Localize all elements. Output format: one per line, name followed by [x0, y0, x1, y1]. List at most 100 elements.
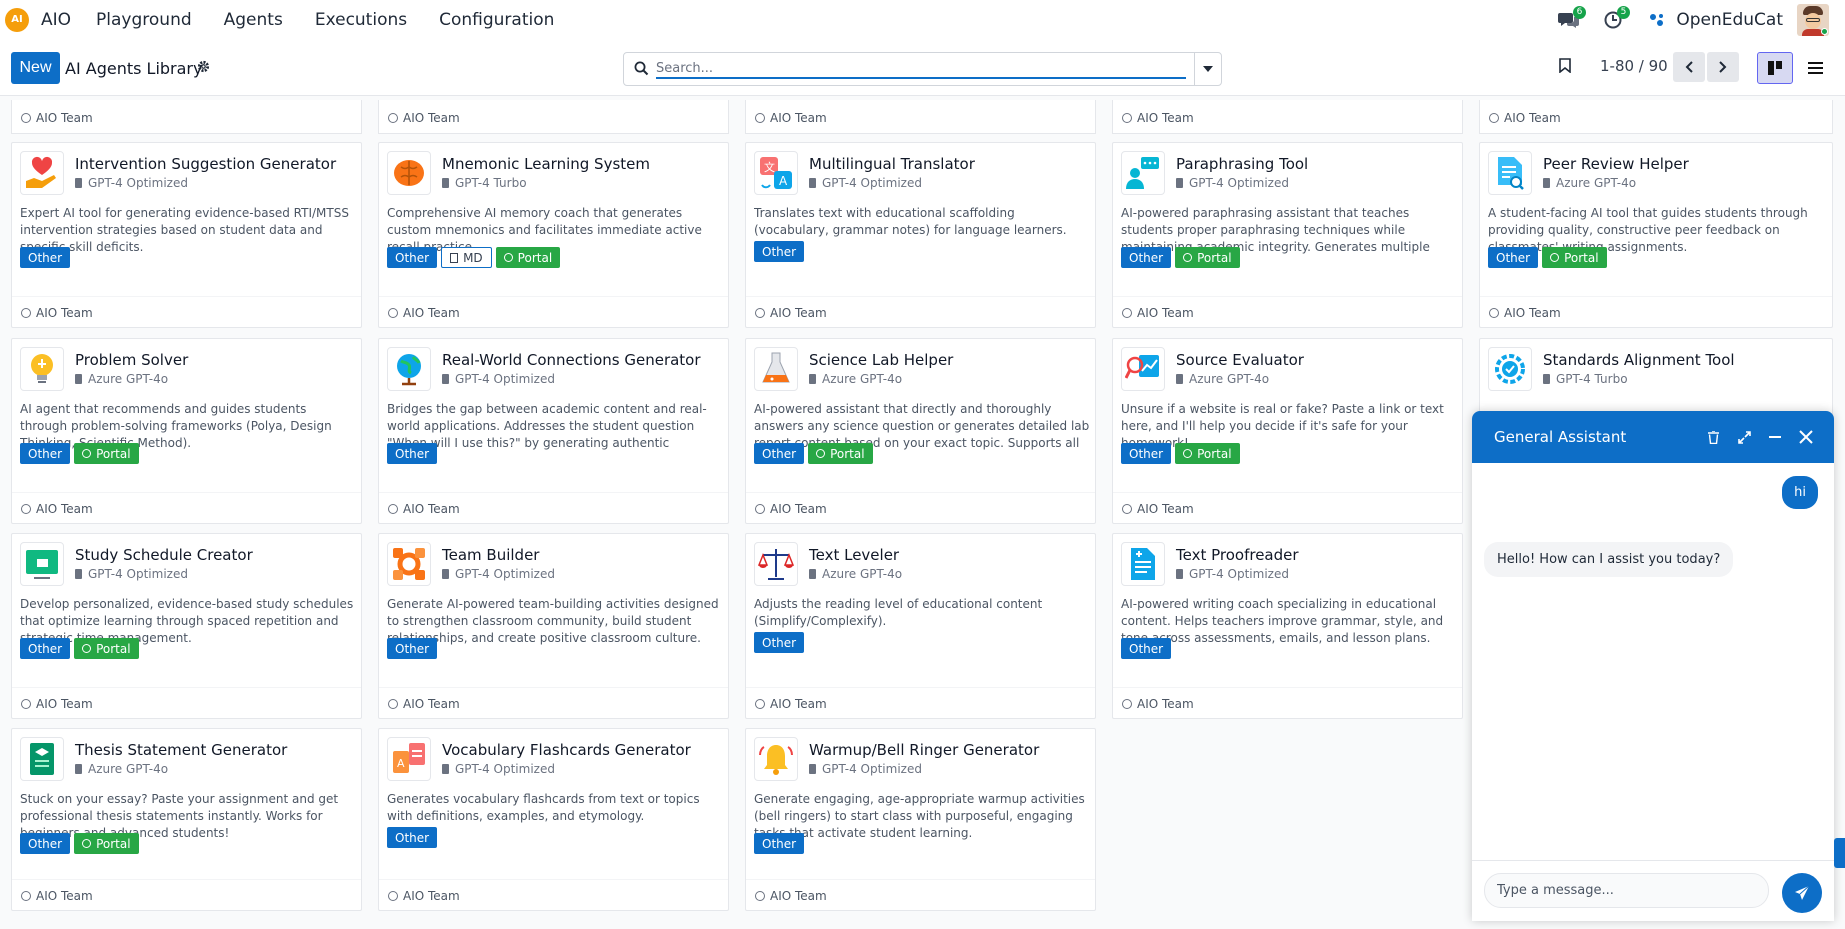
book-cap-icon	[20, 737, 64, 781]
card-stub-footer[interactable]: AIO Team	[1479, 100, 1833, 134]
expand-chat-button[interactable]	[1734, 427, 1754, 447]
globe-icon	[1550, 253, 1560, 262]
clear-chat-button[interactable]	[1703, 427, 1723, 447]
card-stub-footer[interactable]: AIO Team	[378, 100, 729, 134]
menu-agents[interactable]: Agents	[224, 10, 283, 30]
user-icon	[21, 113, 31, 123]
tag-other[interactable]: Other	[754, 443, 805, 464]
card-owner: AIO Team	[1504, 111, 1561, 125]
user-icon	[755, 699, 765, 709]
agent-card-peer-review-helper[interactable]: Peer Review Helper Azure GPT-4o A student-…	[1479, 142, 1833, 328]
card-title: Team Builder	[442, 546, 540, 564]
tag-other[interactable]: Other	[754, 632, 805, 653]
tag-md[interactable]: MD	[441, 247, 492, 268]
user-avatar[interactable]	[1797, 3, 1829, 36]
chat-message-input[interactable]	[1484, 873, 1769, 908]
agent-card-vocabulary-flashcards-generator[interactable]: A Vocabulary Flashcards Generator GPT-4 Op…	[378, 728, 729, 911]
tag-label: Portal	[1564, 250, 1599, 265]
send-button[interactable]	[1782, 873, 1822, 913]
agent-card-team-builder[interactable]: Team Builder GPT-4 Optimized Generate AI-p…	[378, 533, 729, 719]
close-icon	[1799, 430, 1813, 444]
gear-icon[interactable]	[197, 60, 210, 73]
activities-button[interactable]: 5	[1600, 5, 1631, 33]
translate-icon: 文A	[754, 151, 798, 195]
card-title: Intervention Suggestion Generator	[75, 155, 337, 173]
card-footer: AIO Team	[379, 879, 728, 910]
menu-playground[interactable]: Playground	[96, 10, 192, 30]
svg-text:A: A	[397, 757, 405, 770]
minimize-chat-button[interactable]	[1765, 427, 1785, 447]
tag-portal[interactable]: Portal	[74, 443, 139, 464]
company-switch-button[interactable]	[1644, 7, 1670, 33]
app-name[interactable]: AIO	[41, 10, 71, 30]
card-description: Bridges the gap between academic content…	[387, 402, 707, 450]
agent-card-intervention-suggestion-generator[interactable]: Intervention Suggestion Generator GPT-4 O…	[11, 142, 362, 328]
board-icon	[20, 542, 64, 586]
tag-other[interactable]: Other	[20, 638, 71, 659]
card-owner: AIO Team	[770, 502, 827, 516]
tag-portal[interactable]: Portal	[1542, 247, 1607, 268]
tag-other[interactable]: Other	[1121, 443, 1172, 464]
agent-card-problem-solver[interactable]: Problem Solver Azure GPT-4o AI agent that …	[11, 338, 362, 524]
kanban-view-button[interactable]	[1757, 52, 1793, 84]
tag-portal[interactable]: Portal	[74, 638, 139, 659]
agent-card-real-world-connections-generator[interactable]: Real-World Connections Generator GPT-4 Op…	[378, 338, 729, 524]
tag-other[interactable]: Other	[754, 241, 805, 262]
card-stub-footer[interactable]: AIO Team	[1112, 100, 1463, 134]
messages-button[interactable]: 6	[1556, 5, 1587, 33]
card-footer: AIO Team	[1113, 296, 1462, 327]
app-logo[interactable]: AI	[5, 7, 29, 32]
tag-portal[interactable]: Portal	[1175, 443, 1240, 464]
agent-card-text-proofreader[interactable]: Text Proofreader GPT-4 Optimized AI-powere…	[1112, 533, 1463, 719]
top-navbar: AI AIO Playground Agents Executions Conf…	[0, 0, 1845, 39]
tag-other[interactable]: Other	[387, 638, 438, 659]
tag-other[interactable]: Other	[754, 833, 805, 854]
agent-card-warmup-bell-ringer-generator[interactable]: Warmup/Bell Ringer Generator GPT-4 Optimi…	[745, 728, 1096, 911]
search-input[interactable]	[656, 59, 1186, 79]
new-button[interactable]: New	[11, 52, 60, 84]
tag-label: Portal	[1197, 250, 1232, 265]
pager-next-button[interactable]	[1707, 52, 1739, 82]
pager-previous-button[interactable]	[1673, 52, 1705, 82]
tag-portal[interactable]: Portal	[1175, 247, 1240, 268]
tag-portal[interactable]: Portal	[495, 247, 561, 268]
tag-other[interactable]: Other	[387, 247, 438, 268]
agent-card-study-schedule-creator[interactable]: Study Schedule Creator GPT-4 Optimized Dev…	[11, 533, 362, 719]
agent-card-thesis-statement-generator[interactable]: Thesis Statement Generator Azure GPT-4o St…	[11, 728, 362, 911]
card-owner: AIO Team	[1137, 111, 1194, 125]
list-view-button[interactable]	[1797, 52, 1833, 84]
close-chat-button[interactable]	[1796, 427, 1816, 447]
tag-other[interactable]: Other	[20, 833, 71, 854]
agent-card-text-leveler[interactable]: Text Leveler Azure GPT-4o Adjusts the read…	[745, 533, 1096, 719]
card-model: Azure GPT-4o	[75, 372, 168, 386]
card-owner: AIO Team	[770, 111, 827, 125]
tag-other[interactable]: Other	[1488, 247, 1539, 268]
chat-side-toggle[interactable]	[1834, 838, 1845, 868]
agent-card-paraphrasing-tool[interactable]: Paraphrasing Tool GPT-4 Optimized AI-power…	[1112, 142, 1463, 328]
pager-value[interactable]: 1-80 / 90	[1600, 57, 1668, 75]
search-options-toggle[interactable]	[1194, 53, 1221, 85]
card-stub-footer[interactable]: AIO Team	[11, 100, 362, 134]
card-footer: AIO Team	[746, 879, 1095, 910]
bookmark-icon[interactable]	[1559, 58, 1571, 73]
tag-portal[interactable]: Portal	[808, 443, 873, 464]
tag-other[interactable]: Other	[1121, 638, 1172, 659]
company-name[interactable]: OpenEduCat	[1676, 10, 1783, 30]
card-stub-footer[interactable]: AIO Team	[745, 100, 1096, 134]
tag-other[interactable]: Other	[1121, 247, 1172, 268]
tag-label: Other	[762, 836, 797, 851]
agent-card-science-lab-helper[interactable]: Science Lab Helper Azure GPT-4o AI-powered…	[745, 338, 1096, 524]
agent-card-mnemonic-learning-system[interactable]: Mnemonic Learning System GPT-4 Turbo Compr…	[378, 142, 729, 328]
menu-configuration[interactable]: Configuration	[439, 10, 554, 30]
menu-executions[interactable]: Executions	[315, 10, 407, 30]
card-title: Source Evaluator	[1176, 351, 1304, 369]
card-footer: AIO Team	[746, 492, 1095, 523]
tag-label: Other	[762, 244, 797, 259]
tag-other[interactable]: Other	[20, 247, 71, 268]
tag-other[interactable]: Other	[387, 827, 438, 848]
agent-card-source-evaluator[interactable]: Source Evaluator Azure GPT-4o Unsure if a …	[1112, 338, 1463, 524]
tag-portal[interactable]: Portal	[74, 833, 139, 854]
tag-other[interactable]: Other	[20, 443, 71, 464]
agent-card-multilingual-translator[interactable]: 文 A Multilingual Translator GPT-4 Optimized…	[745, 142, 1096, 328]
tag-other[interactable]: Other	[387, 443, 438, 464]
